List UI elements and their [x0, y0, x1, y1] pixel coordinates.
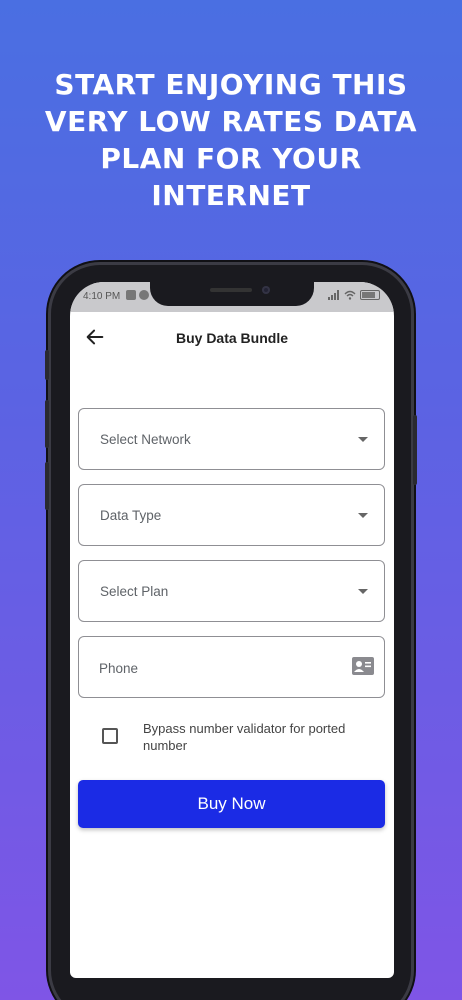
front-camera [262, 286, 270, 294]
buy-now-button[interactable]: Buy Now [78, 780, 385, 828]
phone-screen: 4:10 PM Buy Data Bundle Select Network D… [70, 282, 394, 978]
phone-power-button [413, 415, 417, 485]
message-icon [126, 290, 136, 300]
select-plan-dropdown[interactable]: Select Plan [78, 560, 385, 622]
promo-headline: START ENJOYING THIS VERY LOW RATES DATA … [20, 66, 442, 214]
headline-line-2: VERY LOW RATES DATA [44, 105, 418, 138]
phone-side-button [45, 350, 49, 380]
page-title: Buy Data Bundle [175, 330, 288, 346]
phone-input[interactable] [99, 657, 339, 679]
status-system-icons [328, 290, 380, 300]
select-network-dropdown[interactable]: Select Network [78, 408, 385, 470]
chevron-down-icon [358, 437, 368, 442]
wifi-icon [344, 290, 356, 300]
contact-card-icon[interactable] [352, 657, 374, 675]
app-bar: Buy Data Bundle [70, 312, 394, 364]
headline-line-1: START ENJOYING THIS [54, 68, 408, 101]
status-notification-icons [126, 290, 149, 300]
status-time: 4:10 PM [83, 291, 121, 302]
chevron-down-icon [358, 589, 368, 594]
headline-line-3: PLAN FOR YOUR [100, 142, 362, 175]
data-type-label: Data Type [100, 508, 162, 523]
chevron-down-icon [358, 513, 368, 518]
signal-icon [328, 290, 339, 300]
select-network-label: Select Network [100, 432, 191, 447]
phone-volume-up-button [45, 400, 49, 448]
bypass-validator-label: Bypass number validator for ported numbe… [143, 721, 346, 753]
headline-line-4: INTERNET [151, 179, 311, 212]
phone-volume-down-button [45, 462, 49, 510]
data-type-dropdown[interactable]: Data Type [78, 484, 385, 546]
phone-field[interactable] [78, 636, 385, 698]
phone-speaker [210, 288, 252, 292]
select-plan-label: Select Plan [100, 584, 169, 599]
phone-notch [150, 282, 314, 306]
battery-icon [360, 290, 380, 300]
bypass-validator-checkbox[interactable] [102, 728, 118, 744]
app-notification-icon [139, 290, 149, 300]
